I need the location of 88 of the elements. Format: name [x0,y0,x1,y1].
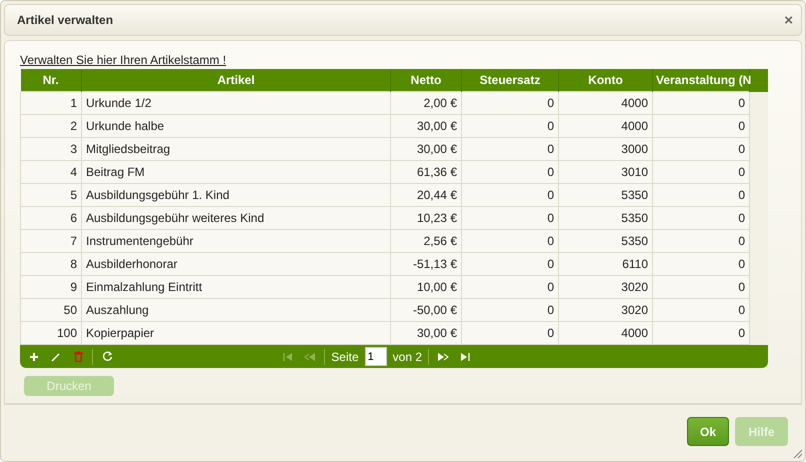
table-cell: 2,56 € [390,230,462,252]
intro-link[interactable]: Verwalten Sie hier Ihren Artikelstamm ! [20,53,226,67]
table-cell: Instrumentengebühr [82,230,390,252]
table-cell: 0 [652,230,750,252]
table-cell: 10,23 € [390,206,462,230]
table-cell: 4000 [558,322,652,344]
table-cell: 0 [652,276,750,298]
table-cell: 0 [652,252,750,276]
column-header[interactable]: Veranstaltung (N [652,69,750,92]
table-cell: 5350 [558,184,652,206]
table-cell: 30,00 € [390,138,462,160]
table-cell: 2,00 € [390,92,462,114]
table-cell: 10,00 € [390,276,462,298]
trash-icon [74,351,82,362]
column-header[interactable]: Konto [558,69,652,92]
table-cell: -50,00 € [390,298,462,322]
table-cell: Urkunde 1/2 [82,92,390,114]
last-page-icon [460,352,470,360]
add-icon [29,352,39,362]
table-cell: 0 [462,206,558,230]
table-cell: 3020 [558,276,652,298]
table-cell: -51,13 € [390,252,462,276]
table-cell: 0 [652,322,750,344]
pencil-icon [51,352,61,362]
table-cell: 0 [462,276,558,298]
table-cell: 1 [20,92,82,114]
ok-button[interactable]: Ok [687,417,729,446]
table-cell: Ausbildungsgebühr 1. Kind [82,184,390,206]
page-field[interactable]: 1 [364,347,387,366]
table-cell: 30,00 € [390,322,462,344]
next-page-icon [437,352,449,360]
table-cell: 100 [20,322,82,344]
first-page-icon [283,352,294,360]
table-cell: 0 [462,184,558,206]
column-header[interactable]: Netto [390,69,462,92]
table-cell: 0 [462,138,558,160]
previous-page-icon [304,352,316,360]
table-cell: 6 [20,206,82,230]
refresh-icon [102,351,112,362]
table-cell: 2 [20,114,82,138]
window-title: Artikel verwalten [17,13,114,27]
table-cell: 8 [20,252,82,276]
table-cell: 0 [462,322,558,344]
table-cell: 20,44 € [390,184,462,206]
table-cell: 3000 [558,138,652,160]
page-label: Seite [331,350,359,364]
table-cell: 0 [462,230,558,252]
table-cell: 0 [462,92,558,114]
table-cell: 0 [462,298,558,322]
table-cell: Urkunde halbe [82,114,390,138]
page-total: von 2 [392,350,422,364]
table-cell: 0 [652,160,750,184]
table-cell: 7 [20,230,82,252]
table-cell: 3 [20,138,82,160]
table-cell: 0 [462,114,558,138]
table-cell: Beitrag FM [82,160,390,184]
table-cell: Ausbilderhonorar [82,252,390,276]
table-cell: 4000 [558,92,652,114]
table-cell: 0 [652,138,750,160]
table-cell: 0 [462,160,558,184]
table-cell: 30,00 € [390,114,462,138]
table-cell: 50 [20,298,82,322]
table-cell: 3020 [558,298,652,322]
table-cell: 5350 [558,230,652,252]
table-cell: 0 [652,114,750,138]
table-cell: Einmalzahlung Eintritt [82,276,390,298]
table-cell: 9 [20,276,82,298]
table-cell: 4 [20,160,82,184]
table-cell: 4000 [558,114,652,138]
table-cell: Kopierpapier [82,322,390,344]
column-header[interactable]: Nr. [20,69,82,92]
resize-grip-icon[interactable] [791,447,803,459]
table-cell: 5 [20,184,82,206]
column-header[interactable]: Steuersatz [462,69,558,92]
table-cell: Auszahlung [82,298,390,322]
table-cell: 61,36 € [390,160,462,184]
table-cell: Ausbildungsgebühr weiteres Kind [82,206,390,230]
table-cell: 0 [462,252,558,276]
close-button[interactable]: × [784,12,793,28]
table-cell: 0 [652,92,750,114]
table-cell: 0 [652,206,750,230]
table-cell: 3010 [558,160,652,184]
table-cell: 0 [652,298,750,322]
table-cell: 5350 [558,206,652,230]
table-cell: 0 [652,184,750,206]
table-cell: 6110 [558,252,652,276]
column-header[interactable]: Artikel [82,69,390,92]
table-cell: Mitgliedsbeitrag [82,138,390,160]
